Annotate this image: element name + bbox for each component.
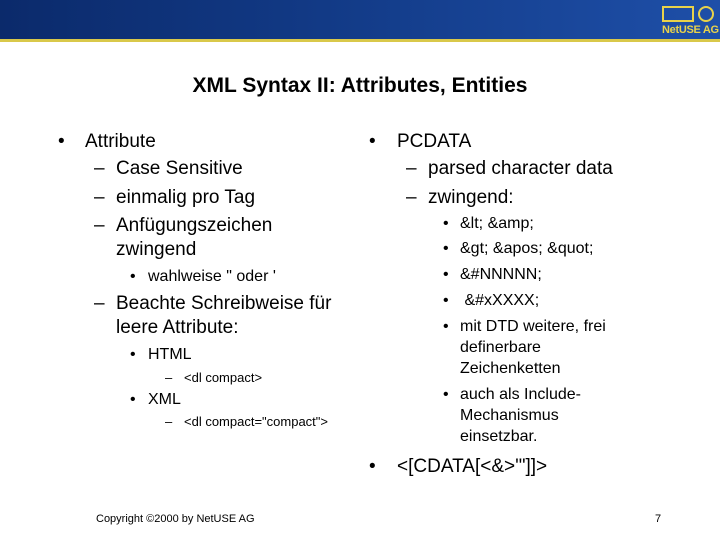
sub-einmalig: einmalig pro Tag — [116, 187, 256, 208]
bullet-icon: • — [443, 266, 449, 283]
logo-text: NetUSE AG — [662, 24, 719, 36]
entity-decimal: &#NNNNN; — [460, 266, 542, 283]
slide-title: XML Syntax II: Attributes, Entities — [192, 74, 528, 97]
include-line2: Mechanismus — [460, 407, 559, 424]
bullet-cdata: <[CDATA[<&>'"]]> — [397, 456, 548, 477]
bullet-icon: • — [443, 386, 449, 403]
dash-icon: – — [406, 187, 417, 208]
page-number: 7 — [655, 513, 662, 525]
subsubsub-dl-compact: <dl compact> — [184, 370, 263, 385]
bullet-icon: • — [369, 131, 376, 152]
bullet-icon: • — [443, 318, 449, 335]
subsub-wahlweise: wahlweise " oder ' — [148, 268, 276, 285]
entity-gt-apos-quot: &gt; &apos; &quot; — [460, 240, 594, 257]
subsubsub-dl-compact-xml: <dl compact="compact"> — [184, 414, 328, 429]
dash-icon: – — [94, 215, 105, 236]
sub-anfuegung-line1: Anfügungszeichen — [116, 215, 273, 236]
sub-zwingend: zwingend: — [428, 187, 514, 208]
sub-anfuegung-line2: zwingend — [116, 239, 197, 260]
bullet-icon: • — [443, 292, 449, 309]
bullet-icon: • — [130, 268, 136, 285]
dtd-line1: mit DTD weitere, frei — [460, 318, 606, 335]
bullet-attribute: Attribute — [85, 131, 156, 152]
netuse-logo: NetUSE AG — [662, 4, 719, 38]
sub-beachte-line2: leere Attribute: — [116, 317, 239, 338]
bullet-icon: • — [130, 391, 136, 408]
dash-icon: – — [94, 187, 105, 208]
bullet-pcdata: PCDATA — [397, 131, 472, 152]
dash-icon: – — [94, 293, 105, 314]
bullet-icon: • — [130, 346, 136, 363]
bullet-icon: • — [369, 456, 376, 477]
sub-beachte-line1: Beachte Schreibweise für — [116, 293, 332, 314]
include-line3: einsetzbar. — [460, 428, 538, 445]
bullet-icon: • — [443, 215, 449, 232]
entity-hex: &#xXXXX; — [460, 292, 540, 309]
dash-icon: – — [165, 370, 173, 385]
sub-case-sensitive: Case Sensitive — [116, 158, 243, 179]
dtd-line2: definerbare — [460, 339, 541, 356]
dash-icon: – — [165, 414, 173, 429]
header-accent-line — [0, 39, 720, 42]
dash-icon: – — [406, 158, 417, 179]
entity-lt-amp: &lt; &amp; — [460, 215, 534, 232]
header-bar — [0, 0, 720, 42]
footer-copyright: Copyright ©2000 by NetUSE AG — [96, 513, 255, 525]
bullet-icon: • — [58, 131, 65, 152]
dash-icon: – — [94, 158, 105, 179]
logo-circle-shape — [698, 6, 714, 22]
include-line1: auch als Include- — [460, 386, 581, 403]
subsub-html: HTML — [148, 346, 192, 363]
sub-parsed: parsed character data — [428, 158, 613, 179]
dtd-line3: Zeichenketten — [460, 360, 561, 377]
bullet-icon: • — [443, 240, 449, 257]
subsub-xml: XML — [148, 391, 181, 408]
logo-box-shape — [662, 6, 694, 22]
